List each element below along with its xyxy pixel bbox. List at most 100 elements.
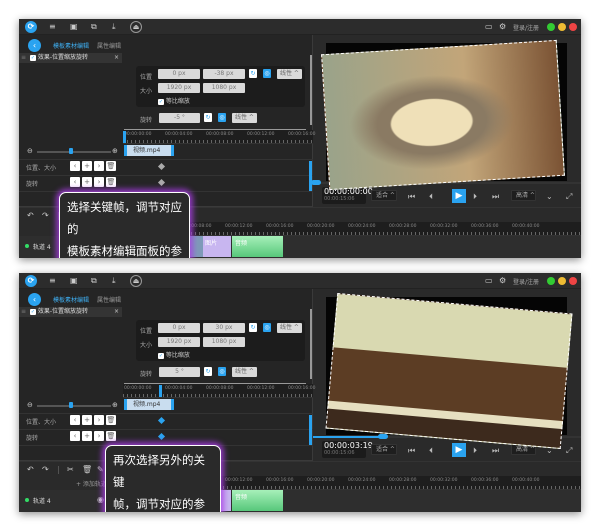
prev-keyframe-button[interactable]: ‹ [70, 415, 80, 425]
rotation-input[interactable]: -5 ° [159, 113, 200, 123]
prev-keyframe-button[interactable]: ‹ [70, 431, 80, 441]
redo-icon[interactable]: ↷ [42, 211, 49, 221]
panel-scroll-thumb[interactable] [309, 161, 312, 191]
clip-video[interactable]: 视频.mp4 [124, 145, 174, 156]
delete-keyframe-button[interactable]: 🗑 [106, 177, 116, 187]
save-icon[interactable]: ▣ [70, 22, 78, 32]
timeline-clip-audio[interactable]: 音频 [232, 490, 283, 511]
playhead[interactable] [123, 131, 126, 143]
fullscreen-icon[interactable]: ⤢ [566, 446, 572, 456]
quality-dropdown[interactable]: 高清 ^ [511, 190, 536, 201]
delete-keyframe-button[interactable]: 🗑 [106, 161, 116, 171]
redo-icon[interactable]: ↷ [42, 465, 49, 475]
prev-frame-icon[interactable]: ⏴ [429, 446, 433, 456]
position-y-input[interactable]: -38 px [203, 69, 245, 79]
save-as-icon[interactable]: ⧉ [91, 22, 97, 32]
fit-dropdown[interactable]: 适合 ^ [371, 190, 397, 201]
rotation-input[interactable]: 5 ° [159, 367, 200, 377]
preview-video-frame[interactable] [325, 292, 573, 450]
preview-progress-knob[interactable] [311, 180, 321, 185]
prev-keyframe-button[interactable]: ‹ [70, 161, 80, 171]
next-keyframe-button[interactable]: › [94, 177, 104, 187]
lock-ratio-checkbox[interactable]: ✓ 等比缩放 [158, 350, 190, 359]
keyframe-ruler[interactable]: 00:00:00:00 00:00:04:00 00:00:08:00 00:0… [123, 130, 315, 144]
playhead[interactable] [159, 385, 162, 397]
timeline-clip-audio[interactable]: 音频 [232, 236, 283, 257]
zoom-out-icon[interactable]: ⊖ [27, 147, 33, 155]
preview-video-frame[interactable] [321, 39, 565, 191]
add-keyframe-button[interactable]: + [82, 177, 92, 187]
lock-ratio-checkbox[interactable]: ✓ 等比缩放 [158, 96, 190, 105]
slider-knob[interactable] [69, 402, 73, 408]
position-x-input[interactable]: 0 px [158, 69, 200, 79]
delete-icon[interactable]: 🗑 [82, 465, 92, 475]
drag-handle-icon[interactable]: ≡ [19, 54, 28, 61]
size-height-input[interactable]: 1080 px [203, 83, 245, 93]
vertical-scrollbar[interactable] [310, 309, 312, 379]
clip-video[interactable]: 视频.mp4 [124, 399, 174, 410]
next-keyframe-button[interactable]: › [94, 161, 104, 171]
next-frame-icon[interactable]: ⏵ [473, 192, 477, 202]
keyframe-ruler[interactable]: 00:00:00:00 00:00:04:00 00:00:08:00 00:0… [123, 384, 315, 398]
add-keyframe-button[interactable]: + [82, 161, 92, 171]
effect-checkbox[interactable]: ✓ [29, 308, 36, 315]
expand-chevron-icon[interactable]: ⌄ [546, 192, 553, 201]
upload-icon[interactable]: ⏏ [130, 275, 142, 287]
zoom-in-icon[interactable]: ⊕ [112, 401, 118, 409]
add-keyframe-button[interactable]: + [82, 415, 92, 425]
size-height-input[interactable]: 1080 px [203, 337, 245, 347]
rotation-keyframe-icon[interactable]: ◎ [218, 113, 226, 122]
zoom-out-icon[interactable]: ⊖ [27, 401, 33, 409]
play-button[interactable]: ▶ [452, 443, 466, 457]
timeline-ruler[interactable]: 00:00:08:00 00:00:12:00 00:00:16:00 00:0… [127, 222, 581, 236]
size-width-input[interactable]: 1920 px [158, 83, 200, 93]
preview-progress-knob[interactable] [378, 434, 388, 439]
add-keyframe-button[interactable]: + [82, 431, 92, 441]
reset-rotation-icon[interactable]: ↻ [204, 113, 212, 122]
next-keyframe-button[interactable]: › [94, 415, 104, 425]
add-track-button[interactable]: + 添加轨道 [76, 479, 107, 488]
fullscreen-icon[interactable]: ⤢ [566, 192, 572, 202]
keyframe-toggle-icon[interactable]: ◎ [263, 323, 271, 332]
export-icon[interactable]: ⤓ [112, 22, 116, 32]
slider-knob[interactable] [69, 148, 73, 154]
save-as-icon[interactable]: ⧉ [91, 276, 97, 286]
skip-start-icon[interactable]: ⏮ [408, 446, 415, 456]
size-width-input[interactable]: 1920 px [158, 337, 200, 347]
interpolation-dropdown[interactable]: 线性 ^ [277, 69, 302, 79]
pen-icon[interactable]: ✎ [97, 465, 104, 475]
menu-icon[interactable]: ≡ [49, 276, 56, 286]
undo-icon[interactable]: ↶ [27, 465, 34, 475]
login-link[interactable]: 登录/注册 [513, 23, 539, 32]
restore-button[interactable] [547, 23, 555, 31]
prev-frame-icon[interactable]: ⏴ [429, 192, 433, 202]
cut-icon[interactable]: ✂ [67, 465, 74, 475]
next-frame-icon[interactable]: ⏵ [473, 446, 477, 456]
effect-item[interactable]: ≡ ✓ 效果-位置缩放旋转 × [19, 53, 122, 63]
close-button[interactable] [569, 23, 577, 31]
position-x-input[interactable]: 0 px [158, 323, 200, 333]
keyframe-toggle-icon[interactable]: ◎ [263, 69, 271, 78]
rotation-interp-dropdown[interactable]: 线性 ^ [232, 113, 257, 123]
rotation-interp-dropdown[interactable]: 线性 ^ [232, 367, 257, 377]
save-icon[interactable]: ▣ [70, 276, 78, 286]
tab-property-edit[interactable]: 属性编辑 [97, 41, 121, 50]
upload-icon[interactable]: ⏏ [130, 21, 142, 33]
panel-scroll-thumb[interactable] [309, 415, 312, 445]
effect-checkbox[interactable]: ✓ [29, 54, 36, 61]
drag-handle-icon[interactable]: ≡ [19, 308, 28, 315]
tab-property-edit[interactable]: 属性编辑 [97, 295, 121, 304]
export-icon[interactable]: ⤓ [112, 276, 116, 286]
keyframe-zoom-slider[interactable] [37, 405, 111, 407]
delete-keyframe-button[interactable]: 🗑 [106, 431, 116, 441]
minimize-button[interactable] [558, 277, 566, 285]
undo-icon[interactable]: ↶ [27, 211, 34, 221]
remove-effect-icon[interactable]: × [114, 307, 119, 317]
position-y-input[interactable]: 30 px [203, 323, 245, 333]
vertical-scrollbar[interactable] [310, 55, 312, 125]
fit-dropdown[interactable]: 适合 ^ [371, 444, 397, 455]
menu-icon[interactable]: ≡ [49, 22, 56, 32]
rotation-keyframe-icon[interactable]: ◎ [218, 367, 226, 376]
close-button[interactable] [569, 277, 577, 285]
reset-icon[interactable]: ↻ [249, 323, 257, 332]
